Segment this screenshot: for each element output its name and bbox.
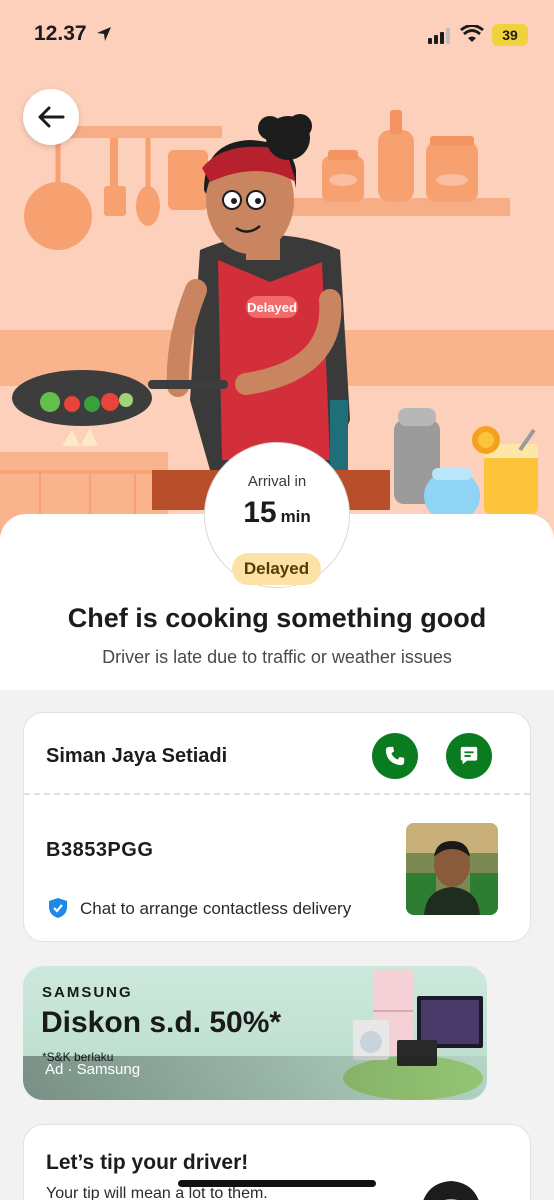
call-driver-button[interactable] [372,733,418,779]
tip-subtitle: Your tip will mean a lot to them. [46,1185,268,1200]
tip-driver-card[interactable]: Let’s tip your driver! Your tip will mea… [23,1124,531,1200]
status-time: 12.37 [34,22,87,45]
battery-indicator: 39 [492,24,528,46]
cellular-signal-icon [428,28,454,49]
arrival-value: 15 min [205,496,349,530]
back-button[interactable] [23,89,79,145]
arrival-unit: min [280,507,311,526]
status-bar: 12.37 39 [0,0,554,70]
arrow-left-icon [38,106,65,128]
shield-check-icon [48,897,68,924]
status-subline: Driver is late due to traffic or weather… [102,647,452,667]
arrival-minutes: 15 [243,496,277,529]
arrival-label: Arrival in [247,473,307,490]
ad-label-bar: Ad · Samsung [23,1056,487,1100]
vehicle-plate: B3853PGG [46,839,154,861]
driver-avatar-illustration [423,1181,479,1200]
phone-icon [385,746,405,766]
driver-card: Siman Jaya Setiadi B3853PGG Chat to arra… [23,712,531,942]
delayed-status-badge: Delayed [232,553,321,585]
chat-driver-button[interactable] [446,733,492,779]
ad-sponsor-label: Ad · Samsung [45,1061,141,1078]
samsung-ad-banner[interactable]: SAMSUNG Diskon s.d. 50%* *S&K berlaku Ad… [23,966,487,1100]
status-headline: Chef is cooking something good [67,603,487,633]
tip-title: Let’s tip your driver! [46,1151,249,1174]
driver-photo[interactable] [406,823,498,915]
svg-text:Delayed: Delayed [247,300,297,315]
wifi-icon [460,24,484,48]
driver-name: Siman Jaya Setiadi [46,745,228,767]
ad-promo-text: Diskon s.d. 50%* [41,1006,282,1039]
contactless-delivery-note[interactable]: Chat to arrange contactless delivery [80,899,351,919]
ad-brand: SAMSUNG [42,984,133,1001]
card-divider [24,793,530,795]
message-icon [460,746,478,765]
home-indicator[interactable] [178,1180,376,1187]
location-arrow-icon [96,26,112,47]
